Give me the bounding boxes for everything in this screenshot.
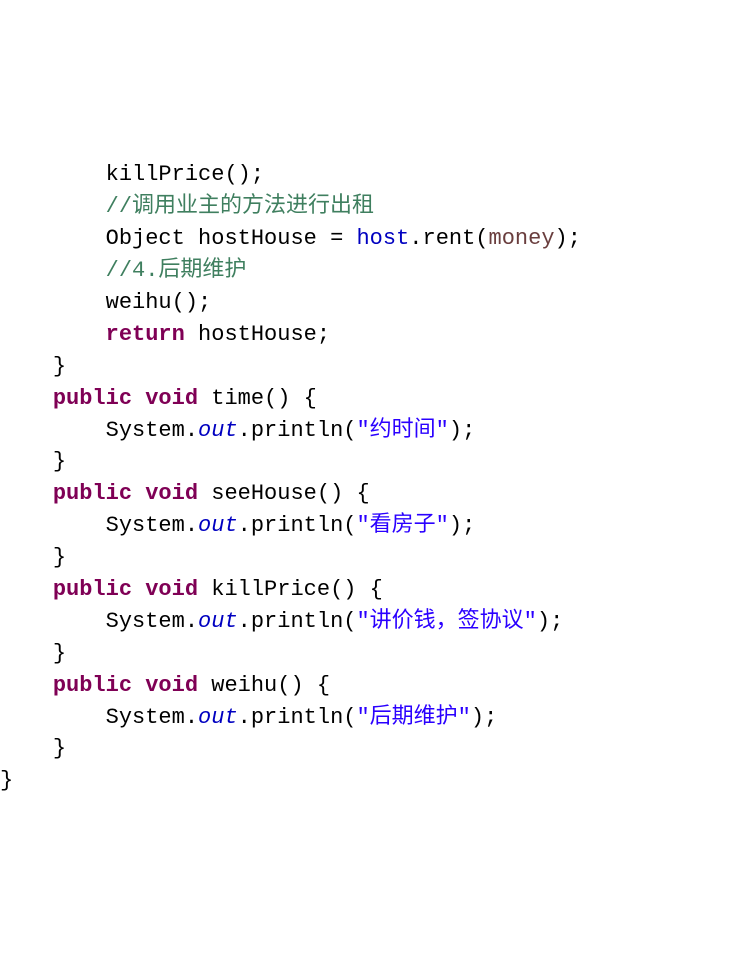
keyword: void	[145, 577, 198, 602]
code-line: }	[0, 768, 13, 793]
string-literal: "约时间"	[356, 418, 448, 443]
code-line: killPrice();	[0, 162, 264, 187]
text: System.	[106, 418, 198, 443]
text: .println(	[238, 609, 357, 634]
text: System.	[106, 705, 198, 730]
text: hostHouse =	[185, 226, 357, 251]
method-sig: weihu() {	[198, 673, 330, 698]
static-field: out	[198, 418, 238, 443]
method-call: killPrice();	[106, 162, 264, 187]
code-line: public void killPrice() {	[0, 577, 383, 602]
code-line: }	[0, 641, 66, 666]
keyword: void	[145, 386, 198, 411]
keyword: return	[106, 322, 185, 347]
text: );	[449, 418, 475, 443]
code-line: System.out.println("约时间");	[0, 418, 475, 443]
text: System.	[106, 513, 198, 538]
code-line: Object hostHouse = host.rent(money);	[0, 226, 581, 251]
code-line: weihu();	[0, 290, 211, 315]
keyword: public	[53, 481, 132, 506]
method-sig: time() {	[198, 386, 317, 411]
string-literal: "看房子"	[356, 513, 448, 538]
keyword: public	[53, 577, 132, 602]
keyword: public	[53, 386, 132, 411]
keyword: public	[53, 673, 132, 698]
brace: }	[53, 354, 66, 379]
text: );	[555, 226, 581, 251]
code-line: return hostHouse;	[0, 322, 330, 347]
text: System.	[106, 609, 198, 634]
string-literal: "讲价钱，签协议"	[356, 609, 536, 634]
code-line: public void seeHouse() {	[0, 481, 370, 506]
brace: }	[53, 641, 66, 666]
field: host	[356, 226, 409, 251]
code-line: System.out.println("看房子");	[0, 513, 475, 538]
text: );	[449, 513, 475, 538]
param: money	[489, 226, 555, 251]
brace: }	[0, 768, 13, 793]
text: hostHouse;	[185, 322, 330, 347]
brace: }	[53, 449, 66, 474]
text: .println(	[238, 705, 357, 730]
text: );	[471, 705, 497, 730]
static-field: out	[198, 609, 238, 634]
comment: //调用业主的方法进行出租	[106, 194, 374, 219]
code-line: }	[0, 545, 66, 570]
type: Object	[106, 226, 185, 251]
text: .println(	[238, 513, 357, 538]
keyword: void	[145, 673, 198, 698]
brace: }	[53, 545, 66, 570]
code-line: System.out.println("后期维护");	[0, 705, 497, 730]
code-line: }	[0, 449, 66, 474]
method-sig: seeHouse() {	[198, 481, 370, 506]
string-literal: "后期维护"	[356, 705, 470, 730]
code-line: System.out.println("讲价钱，签协议");	[0, 609, 563, 634]
code-line: }	[0, 354, 66, 379]
method-call: weihu();	[106, 290, 212, 315]
code-line: //4.后期维护	[0, 258, 246, 283]
code-line: public void weihu() {	[0, 673, 330, 698]
code-line: public void time() {	[0, 386, 317, 411]
static-field: out	[198, 513, 238, 538]
text: .rent(	[409, 226, 488, 251]
text: );	[537, 609, 563, 634]
static-field: out	[198, 705, 238, 730]
comment: //4.后期维护	[106, 258, 247, 283]
keyword: void	[145, 481, 198, 506]
code-block: killPrice(); //调用业主的方法进行出租 Object hostHo…	[0, 128, 748, 798]
method-sig: killPrice() {	[198, 577, 383, 602]
brace: }	[53, 736, 66, 761]
code-line: }	[0, 736, 66, 761]
code-line: //调用业主的方法进行出租	[0, 194, 374, 219]
text: .println(	[238, 418, 357, 443]
